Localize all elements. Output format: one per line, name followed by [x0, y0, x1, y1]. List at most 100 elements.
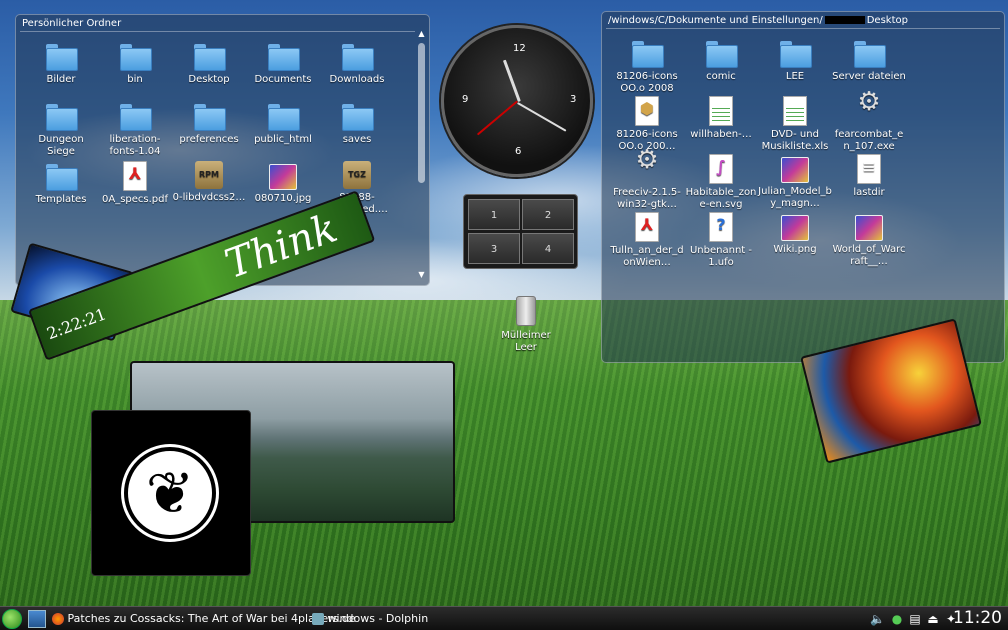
folder-icon [119, 41, 152, 71]
pager-desktop-2[interactable]: 2 [522, 199, 574, 230]
pager-desktop-3[interactable]: 3 [468, 233, 520, 264]
pdf-icon: ⅄ [123, 161, 147, 191]
file-label: bin [127, 74, 143, 85]
file-item[interactable]: LEE [758, 38, 832, 83]
file-item[interactable]: ≡ lastdir [832, 154, 906, 199]
network-icon[interactable]: ● [890, 612, 904, 626]
file-item[interactable]: Wiki.png [758, 212, 832, 256]
folder-icon [193, 41, 226, 71]
folder-path: /windows/C/Dokumente und Einstellungen/ [608, 15, 823, 26]
clock-number-9: 9 [462, 94, 469, 105]
svg-file-icon: ∫ [709, 154, 733, 184]
file-label: 81206-icons OO.o 2008 [616, 71, 678, 94]
file-item[interactable]: preferences [172, 101, 246, 146]
file-item[interactable]: bin [98, 41, 172, 86]
file-label: Desktop [188, 74, 230, 85]
folder-icon [341, 41, 374, 71]
file-item[interactable]: ⅄ 0A_specs.pdf [98, 161, 172, 206]
file-item[interactable]: RPM 0-libdvdcss2… [172, 161, 246, 204]
application-launcher-icon[interactable] [2, 609, 22, 629]
file-label: Documents [254, 74, 312, 85]
volume-icon[interactable]: 🔈 [870, 612, 885, 626]
file-item[interactable]: Bilder [24, 41, 98, 86]
tree-of-life-icon [124, 447, 216, 539]
file-item[interactable]: public_html [246, 101, 320, 146]
file-item[interactable]: Server dateien [832, 38, 906, 83]
file-label: 080710.jpg [254, 193, 312, 204]
file-item[interactable]: 81206-icons OO.o 2008 [610, 38, 684, 95]
clipboard-icon[interactable]: ▤ [908, 612, 922, 626]
divider [20, 31, 415, 32]
file-item[interactable]: Julian_Model_by_magn… [758, 154, 832, 210]
scroll-down-icon[interactable]: ▼ [417, 270, 426, 279]
file-item[interactable]: Desktop [172, 41, 246, 86]
spreadsheet-icon [783, 96, 807, 126]
taskbar: Patches zu Cossacks: The Art of War bei … [0, 606, 1008, 630]
file-label: willhaben-… [690, 129, 752, 140]
analog-clock-widget[interactable]: 12 3 6 9 [441, 25, 593, 177]
task-firefox[interactable]: Patches zu Cossacks: The Art of War bei … [52, 610, 356, 628]
file-label: Tulln_an_der_donWien… [610, 245, 684, 268]
folder-icon [779, 38, 812, 68]
folder-icon [45, 41, 78, 71]
folder-icon [341, 101, 374, 131]
file-label: Bilder [46, 74, 76, 85]
file-item[interactable]: Downloads [320, 41, 394, 86]
desktop-pager: 1 2 3 4 [463, 194, 578, 269]
pdf-icon: ⅄ [635, 212, 659, 242]
file-label: 0-libdvdcss2… [172, 192, 246, 203]
installer-icon: ⬢ [635, 96, 659, 126]
file-item[interactable]: liberation-fonts-1.04 [98, 101, 172, 158]
text-file-icon: ≡ [857, 154, 881, 184]
folder-view-windows-desktop[interactable]: /windows/C/Dokumente und Einstellungen/D… [601, 11, 1005, 363]
file-label: Downloads [329, 74, 385, 85]
file-item[interactable]: World_of_Warcraft__… [832, 212, 906, 268]
file-label: saves [342, 134, 372, 145]
firefox-icon [52, 613, 64, 625]
folder-icon [853, 38, 886, 68]
file-item[interactable]: saves [320, 101, 394, 146]
file-item[interactable]: DVD- und Musikliste.xls [758, 96, 832, 153]
pager-desktop-4[interactable]: 4 [522, 233, 574, 264]
pager-desktop-1[interactable]: 1 [468, 199, 520, 230]
device-notifier-icon[interactable]: ⏏ [926, 612, 940, 626]
file-item[interactable]: ⅄ Tulln_an_der_donWien… [610, 212, 684, 269]
scrollbar[interactable]: ▲ ▼ [417, 29, 426, 279]
file-item[interactable]: Templates [24, 161, 98, 206]
file-item[interactable]: ⚙ Freeciv-2.1.5-win32-gtk… [610, 147, 684, 211]
file-label: Julian_Model_by_magn… [758, 186, 832, 209]
photo-frame-tree-emblem[interactable] [91, 410, 251, 576]
file-item[interactable]: 080710.jpg [246, 161, 320, 205]
file-label: 0A_specs.pdf [101, 194, 168, 205]
file-item[interactable]: willhaben-… [684, 96, 758, 141]
file-item[interactable]: ? Unbenannt - 1.ufo [684, 212, 758, 269]
file-label: fearcombat_en_107.exe [834, 129, 904, 152]
trash-icon-item[interactable]: Mülleimer Leer [500, 296, 552, 354]
task-dolphin[interactable]: windows - Dolphin [312, 610, 428, 628]
file-item[interactable]: Dungeon Siege [24, 101, 98, 158]
file-item[interactable]: comic [684, 38, 758, 83]
spreadsheet-icon [709, 96, 733, 126]
second-hand [476, 100, 518, 136]
scroll-up-icon[interactable]: ▲ [417, 29, 426, 38]
scrollbar-thumb[interactable] [418, 43, 425, 183]
taskbar-clock[interactable]: 11:20 [953, 608, 1002, 628]
show-desktop-icon[interactable] [28, 610, 46, 628]
folder-view-title: Persönlicher Ordner [22, 18, 122, 29]
folder-icon [45, 161, 78, 191]
image-icon [855, 215, 883, 241]
file-label: Templates [35, 194, 87, 205]
folder-icon [705, 38, 738, 68]
file-item[interactable]: ⚙ fearcombat_en_107.exe [832, 89, 906, 153]
redacted-bar [824, 16, 865, 24]
folder-view-title: /windows/C/Dokumente und Einstellungen/D… [608, 15, 908, 26]
file-label: Unbenannt - 1.ufo [689, 245, 752, 268]
minute-hand [517, 102, 567, 132]
task-label: windows - Dolphin [327, 612, 429, 625]
divider [606, 28, 1000, 29]
folder-icon [631, 38, 664, 68]
unknown-file-icon: ? [709, 212, 733, 242]
file-item[interactable]: ∫ Habitable_zone-en.svg [684, 154, 758, 211]
folder-icon [267, 101, 300, 131]
file-item[interactable]: Documents [246, 41, 320, 86]
